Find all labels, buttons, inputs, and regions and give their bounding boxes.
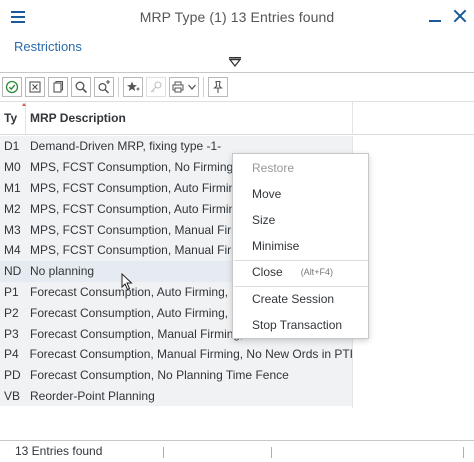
header-empty-area [352, 101, 474, 135]
menu-item-label: Create Session [252, 292, 335, 306]
key-button[interactable] [146, 77, 166, 97]
collapse-arrow-icon[interactable] [228, 56, 242, 68]
cell-description: Forecast Consumption, Manual Firming, No [30, 326, 263, 341]
mouse-pointer-icon [121, 273, 133, 291]
menu-item-move[interactable]: Move [233, 183, 368, 205]
restrictions-link[interactable]: Restrictions [14, 39, 82, 54]
menu-item-label: Size [252, 213, 276, 227]
menu-item-label: Move [252, 187, 282, 201]
table-row[interactable]: PD Forecast Consumption, No Planning Time… [0, 364, 352, 386]
status-bar: 13 Entries found [0, 440, 474, 462]
pin-icon [213, 80, 223, 93]
minimize-icon[interactable] [429, 20, 441, 22]
cell-ty: D1 [4, 139, 20, 154]
cell-description: MPS, FCST Consumption, Manual Firming [30, 222, 258, 237]
dropdown-icon [187, 84, 196, 90]
cell-description: Demand-Driven MRP, fixing type -1- [30, 139, 222, 154]
cell-ty: M0 [4, 160, 21, 175]
cancel-icon [29, 81, 41, 93]
key-icon [150, 81, 162, 93]
menu-item-label: Stop Transaction [252, 318, 343, 332]
result-toolbar [0, 74, 352, 100]
toolbar-separator [203, 77, 204, 97]
column-header-mrp-description[interactable]: MRP Description [26, 102, 126, 134]
menu-item-minimise[interactable]: Minimise [233, 235, 368, 257]
cell-description: MPS, FCST Consumption, Auto Firming, Fir [30, 201, 263, 216]
menu-separator [234, 286, 368, 287]
find-button[interactable] [71, 77, 91, 97]
cell-description: MPS, FCST Consumption, Auto Firming, Fir [30, 180, 263, 195]
column-header-ty[interactable]: Ty [0, 102, 26, 134]
cell-ty: ND [4, 264, 22, 279]
title-bar: MRP Type (1) 13 Entries found [0, 0, 474, 34]
cell-ty: M2 [4, 201, 21, 216]
cell-description: MPS, FCST Consumption, No Firming [30, 160, 234, 175]
cancel-button[interactable] [25, 77, 45, 97]
cell-description: MPS, FCST Consumption, Manual Firming [30, 243, 258, 258]
menu-item-label: Close [252, 265, 283, 279]
cell-description: Forecast Consumption, Auto Firming, New [30, 284, 256, 299]
window-title: MRP Type (1) 13 Entries found [139, 9, 335, 25]
table-row[interactable]: VB Reorder-Point Planning [0, 385, 352, 407]
cell-ty: P1 [4, 284, 19, 299]
cell-description: Forecast Consumption, Auto Firming, No N [30, 305, 259, 320]
window-context-menu: Restore Move Size Minimise Close (Alt+F4)… [232, 153, 369, 339]
status-text: 13 Entries found [15, 444, 103, 458]
table-header: Ty MRP Description [0, 101, 352, 135]
copy-button[interactable] [48, 77, 68, 97]
print-button[interactable] [169, 77, 199, 97]
menu-item-label: Minimise [252, 239, 300, 253]
status-divider [271, 447, 272, 458]
cell-ty: VB [4, 388, 21, 403]
cell-ty: P3 [4, 326, 19, 341]
close-icon[interactable] [453, 9, 467, 23]
pin-button[interactable] [208, 77, 228, 97]
menu-item-restore: Restore [233, 157, 368, 179]
table-row[interactable]: P4 Forecast Consumption, Manual Firming, … [0, 343, 352, 365]
favorites-icon [127, 81, 140, 91]
menu-item-create-session[interactable]: Create Session [233, 288, 368, 310]
cell-description: No planning [30, 264, 95, 279]
find-icon [75, 81, 88, 94]
cell-ty: M3 [4, 222, 21, 237]
menu-item-shortcut: (Alt+F4) [300, 267, 333, 277]
cell-description: Reorder-Point Planning [30, 388, 155, 403]
print-icon [172, 81, 183, 93]
menu-item-label: Restore [252, 161, 295, 175]
menu-item-close[interactable]: Close (Alt+F4) [233, 261, 368, 283]
cell-ty: P2 [4, 305, 19, 320]
menu-item-stop-transaction[interactable]: Stop Transaction [233, 314, 368, 336]
find-next-icon [98, 80, 110, 94]
status-divider [463, 447, 464, 458]
copy-icon [53, 80, 64, 93]
cell-ty: M4 [4, 243, 21, 258]
cell-ty: M1 [4, 180, 21, 195]
find-next-button[interactable] [94, 77, 114, 97]
checkmark-icon [5, 80, 19, 94]
cell-description: Forecast Consumption, Manual Firming, No… [29, 347, 352, 362]
favorites-button[interactable] [123, 77, 143, 97]
cell-ty: PD [4, 368, 21, 383]
cell-ty: P4 [4, 347, 19, 362]
status-divider [163, 447, 164, 458]
checkmark-button[interactable] [2, 77, 22, 97]
menu-item-size[interactable]: Size [233, 209, 368, 231]
toolbar-separator [118, 77, 119, 97]
cell-description: Forecast Consumption, No Planning Time F… [30, 368, 289, 383]
